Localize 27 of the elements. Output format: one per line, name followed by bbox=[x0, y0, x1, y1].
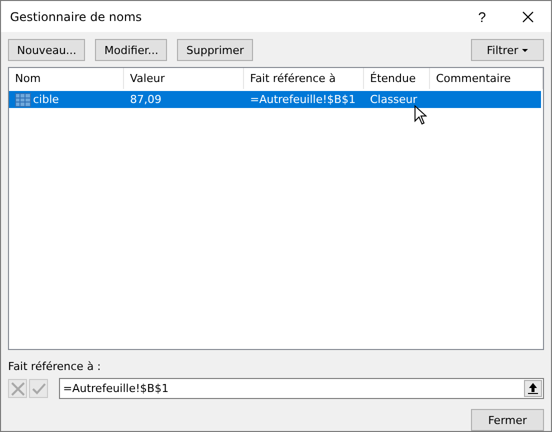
close-dialog-button[interactable]: Fermer bbox=[471, 409, 544, 431]
field-label: Fait référence à : bbox=[7, 359, 102, 374]
table-cell: 87,09 bbox=[130, 93, 162, 106]
mouse-pointer-icon bbox=[414, 105, 427, 125]
check-icon bbox=[32, 382, 46, 394]
filter-button[interactable]: Filtrer bbox=[471, 39, 544, 61]
column-header[interactable]: Fait référence à bbox=[244, 68, 364, 89]
column-header[interactable]: Commentaire bbox=[430, 68, 543, 89]
column-header[interactable]: Étendue bbox=[364, 68, 430, 89]
table-cell: cible bbox=[33, 93, 59, 106]
reference-field[interactable]: =Autrefeuille!$B$1 bbox=[59, 378, 544, 399]
toolbar-button[interactable]: Modifier... bbox=[95, 39, 168, 61]
window-title: Gestionnaire de noms bbox=[10, 10, 143, 24]
cross-icon bbox=[10, 382, 24, 396]
upload-arrow-icon bbox=[528, 383, 538, 394]
range-grid-icon bbox=[15, 92, 31, 106]
caret-icon bbox=[522, 48, 528, 52]
collapse-button[interactable] bbox=[524, 380, 542, 397]
column-header[interactable]: Valeur bbox=[124, 68, 244, 89]
toolbar-button[interactable]: Supprimer bbox=[177, 39, 253, 61]
column-header[interactable]: Nom bbox=[9, 68, 124, 89]
close-icon bbox=[522, 10, 534, 22]
help-button[interactable]: ? bbox=[459, 1, 505, 32]
table-cell: Classeur bbox=[370, 93, 418, 106]
toolbar-button[interactable]: Nouveau... bbox=[8, 39, 86, 61]
table-row[interactable]: cible 87,09 =Autrefeuille!$B$1 Classeur bbox=[9, 91, 541, 108]
table-cell: =Autrefeuille!$B$1 bbox=[250, 93, 356, 106]
